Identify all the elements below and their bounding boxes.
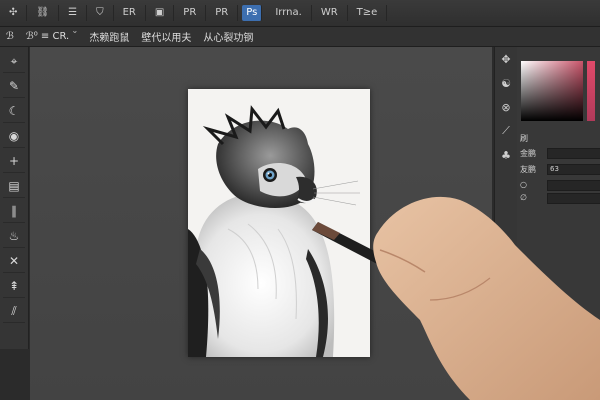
menu-item-er[interactable]: ER [114, 5, 146, 21]
row-4-label: ∅ [520, 193, 527, 202]
row-2-label: 友鹏 [520, 165, 536, 174]
lasso-tool-icon[interactable]: ☾ [3, 100, 25, 123]
pen-tool-icon[interactable]: ✎ [3, 75, 25, 98]
menu-item-wr[interactable]: WR [312, 5, 348, 21]
adjust-icon[interactable]: ✥ [497, 49, 515, 69]
menu-item-pr-1[interactable]: PR [174, 5, 207, 21]
option-setting-1[interactable]: 杰赖跑鼠 [83, 29, 135, 44]
row-2-field[interactable]: 63 [547, 164, 600, 175]
option-setting-2[interactable]: 壁代以用夫 [135, 29, 197, 44]
brush-label: 刷 [520, 134, 528, 143]
tools-panel: ⌖ ✎ ☾ ◉ + ▤ ∥ ♨ ✕ ⇞ ⫽ [0, 47, 29, 349]
row-1-label: 金鹏 [520, 149, 536, 158]
tool-preset-icon[interactable]: ℬ [0, 31, 20, 42]
menu-item-irrna[interactable]: Irrna. [266, 5, 312, 21]
menu-item-pr-2[interactable]: PR [206, 5, 239, 21]
row-1-field[interactable] [547, 148, 600, 159]
workspace[interactable] [30, 47, 492, 400]
line-tool-icon[interactable]: ⫽ [3, 300, 25, 323]
style-icon[interactable]: ♣ [497, 145, 515, 165]
option-setting-3[interactable]: 从心裂功钢 [197, 29, 259, 44]
menu-item-frame[interactable]: ▣ [146, 5, 175, 21]
menu-item-shield[interactable]: ⛉ [87, 5, 114, 21]
column-tool-icon[interactable]: ∥ [3, 200, 25, 223]
options-bar: ℬ ℬ⁰ ≡ CR. ˘ 杰赖跑鼠 壁代以用夫 从心裂功钢 [0, 27, 600, 47]
menu-bar: ✣ ⛓ ☰ ⛉ ER ▣ PR PR Ps Irrna. WR T≥e [0, 0, 600, 27]
canvas-document[interactable] [188, 89, 370, 357]
menu-item-move[interactable]: ✣ [0, 5, 28, 21]
transform-tool-icon[interactable]: ⇞ [3, 275, 25, 298]
crosshair-tool-icon[interactable]: + [3, 150, 25, 173]
stamp-tool-icon[interactable]: ▤ [3, 175, 25, 198]
blur-tool-icon[interactable]: ◉ [3, 125, 25, 148]
mask-icon[interactable]: ⊗ [497, 97, 515, 117]
balance-icon[interactable]: ☯ [497, 73, 515, 93]
menu-item-tse[interactable]: T≥e [348, 5, 388, 21]
properties-panel: 刷 金鹏 友鹏 63 ○ ∅ [517, 47, 600, 400]
row-3-field[interactable] [547, 180, 600, 191]
brush-settings-icon[interactable]: ⟋ [497, 121, 515, 141]
menu-item-ps-active[interactable]: Ps [242, 5, 263, 21]
option-brush-mode[interactable]: ℬ⁰ ≡ CR. ˘ [20, 31, 84, 42]
move-tool-icon[interactable]: ⌖ [3, 50, 25, 73]
menu-item-link[interactable]: ⛓ [27, 5, 60, 21]
row-3-label: ○ [520, 180, 527, 189]
color-picker-field[interactable] [521, 61, 583, 121]
right-tool-strip: ✥ ☯ ⊗ ⟋ ♣ [494, 47, 517, 347]
menu-item-list[interactable]: ☰ [59, 5, 88, 21]
row-4-field[interactable] [547, 193, 600, 204]
bird-artwork [188, 89, 370, 357]
dodge-tool-icon[interactable]: ♨ [3, 225, 25, 248]
hue-slider[interactable] [587, 61, 595, 121]
close-tool-icon[interactable]: ✕ [3, 250, 25, 273]
